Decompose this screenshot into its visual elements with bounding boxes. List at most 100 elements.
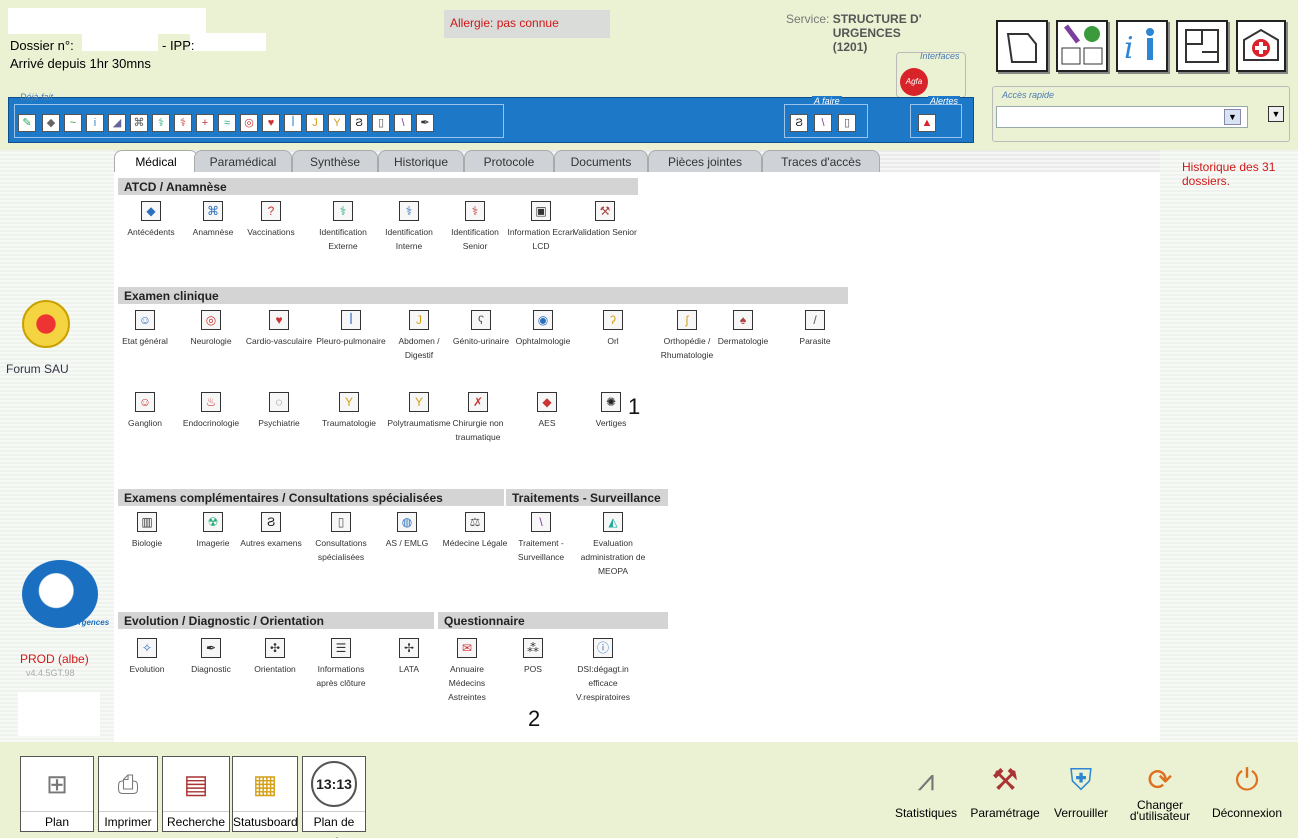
pen-icon[interactable]: ✒ <box>416 114 434 132</box>
brain-icon[interactable]: ◎ <box>240 114 258 132</box>
historique-link[interactable]: Historique des 31 dossiers. <box>1182 160 1292 188</box>
exam-polytraumatisme[interactable]: Y Polytraumatisme <box>384 392 454 430</box>
chevron-down-icon[interactable]: ▼ <box>1224 109 1241 125</box>
exam-etat-general[interactable]: ☺ Etat général <box>110 310 180 348</box>
clock-icon: 13:13 <box>303 757 365 811</box>
exam-ophtalmologie[interactable]: ◉ Ophtalmologie <box>508 310 578 348</box>
evol-diagnostic[interactable]: ✒ Diagnostic <box>176 638 246 676</box>
evol-orientation[interactable]: ✣ Orientation <box>240 638 310 676</box>
display-icon: ▣ <box>531 201 551 221</box>
stomach-icon[interactable]: J <box>306 114 324 132</box>
forum-sau-link[interactable]: Forum SAU <box>6 362 69 376</box>
tab-pieces-jointes[interactable]: Pièces jointes <box>648 150 762 172</box>
lungs-icon[interactable]: ꟾ <box>284 114 302 132</box>
dropdown-menu-icon[interactable]: ▼ <box>1268 106 1284 122</box>
exam-genito[interactable]: ʕ Génito-urinaire <box>446 310 516 348</box>
exams-icon[interactable] <box>1056 20 1108 72</box>
exam-abdomen[interactable]: J Abdomen / Digestif <box>384 310 454 362</box>
verrouiller-button[interactable]: ⛨ Verrouiller <box>1046 756 1116 820</box>
quest-dsi[interactable]: ⓘ DSI:dégagt.in efficace V.respiratoires <box>568 638 638 704</box>
atcd-validation-senior[interactable]: ⚒ Validation Senior <box>570 201 640 239</box>
tab-traces-acces[interactable]: Traces d'accès <box>762 150 880 172</box>
person-icon: ☺ <box>135 310 155 330</box>
document-icon[interactable]: ▯ <box>372 114 390 132</box>
syringe-icon[interactable]: \ <box>394 114 412 132</box>
anamnese-icon[interactable]: ⌘ <box>130 114 148 132</box>
acces-rapide-select[interactable] <box>996 106 1248 128</box>
heart-icon[interactable]: ♥ <box>262 114 280 132</box>
lungs-icon: ꟾ <box>341 310 361 330</box>
syringe-todo-icon[interactable]: \ <box>814 114 832 132</box>
changer-utilisateur-button[interactable]: ⟳ Changer d'utilisateur <box>1122 756 1198 822</box>
alert-icon[interactable]: ▲ <box>918 114 936 132</box>
microscope-todo-icon[interactable]: Ϩ <box>790 114 808 132</box>
exam-ganglion[interactable]: ☺ Ganglion <box>110 392 180 430</box>
exam-pleuro[interactable]: ꟾ Pleuro-pulmonaire <box>316 310 386 348</box>
tab-historique[interactable]: Historique <box>378 150 464 172</box>
exam-dermatologie[interactable]: ♠ Dermatologie <box>708 310 778 348</box>
deconnexion-button[interactable]: ⏻ Déconnexion <box>1204 756 1290 820</box>
parametrage-button[interactable]: ⚒ Paramétrage <box>966 756 1044 820</box>
atcd-identification-interne[interactable]: ⚕ Identification Interne <box>374 201 444 253</box>
document-todo-icon[interactable]: ▯ <box>838 114 856 132</box>
exam-neurologie[interactable]: ◎ Neurologie <box>176 310 246 348</box>
info-icon[interactable]: i <box>1116 20 1168 72</box>
comp-biologie[interactable]: ▥ Biologie <box>112 512 182 550</box>
statusboard-button[interactable]: ▦ Statusboard <box>232 756 298 832</box>
caduceus-green-icon[interactable]: ⚕ <box>152 114 170 132</box>
atcd-antecedents[interactable]: ◆ Antécédents <box>116 201 186 239</box>
ganglion-icon: ☺ <box>135 392 155 412</box>
exam-psychiatrie[interactable]: ◌ Psychiatrie <box>244 392 314 430</box>
quest-pos[interactable]: ⁂ POS <box>498 638 568 676</box>
exam-cardio[interactable]: ♥ Cardio-vasculaire <box>244 310 314 348</box>
exam-traumatologie[interactable]: Y Traumatologie <box>314 392 384 430</box>
chart-icon[interactable]: ~ <box>64 114 82 132</box>
caduceus-red-icon[interactable]: ⚕ <box>174 114 192 132</box>
exam-aes[interactable]: ◆ AES <box>512 392 582 430</box>
comp-consultations[interactable]: ▯ Consultations spécialisées <box>306 512 376 564</box>
tab-paramedical[interactable]: Paramédical <box>194 150 292 172</box>
info-small-icon[interactable]: i <box>86 114 104 132</box>
folder-icon[interactable] <box>996 20 1048 72</box>
urgences-logo[interactable] <box>22 300 70 348</box>
trait-surveillance[interactable]: \ Traitement - Surveillance <box>506 512 576 564</box>
microscope-icon[interactable]: Ϩ <box>350 114 368 132</box>
evol-evolution[interactable]: ✧ Evolution <box>112 638 182 676</box>
plan-icon[interactable] <box>1176 20 1228 72</box>
tab-synthese[interactable]: Synthèse <box>292 150 378 172</box>
tab-protocole[interactable]: Protocole <box>464 150 554 172</box>
quest-annuaire[interactable]: ✉ Annuaire Médecins Astreintes <box>432 638 502 704</box>
statusboard-icon: ▦ <box>252 769 278 799</box>
recherche-button[interactable]: ▤ Recherche <box>162 756 230 832</box>
plan-de-soin-button[interactable]: 13:13Plan de soin <box>302 756 366 838</box>
first-aid-icon[interactable] <box>1236 20 1286 72</box>
evol-informations[interactable]: ☰ Informations après clôture <box>306 638 376 690</box>
hospital-icon[interactable]: + <box>196 114 214 132</box>
imprimer-button[interactable]: ⎙ Imprimer <box>98 756 158 832</box>
exam-chirurgie[interactable]: ✗ Chirurgie non traumatique <box>446 392 510 444</box>
comp-medecine-legale[interactable]: ⚖ Médecine Légale <box>440 512 510 550</box>
antecedents-icon[interactable]: ◆ <box>42 114 60 132</box>
atcd-vaccinations[interactable]: ? Vaccinations <box>236 201 306 239</box>
exam-orl[interactable]: ʔ Orl <box>578 310 648 348</box>
tab-medical[interactable]: Médical <box>114 150 198 172</box>
plan-button[interactable]: ⊞ Plan <box>20 756 94 832</box>
statistiques-button[interactable]: ⩘ Statistiques <box>888 756 964 820</box>
comp-as-emlg[interactable]: ◍ AS / EMLG <box>372 512 442 550</box>
pos-icon: ⁂ <box>523 638 543 658</box>
atcd-identification-senior[interactable]: ⚕ Identification Senior <box>440 201 510 253</box>
trauma-icon[interactable]: Y <box>328 114 346 132</box>
svg-text:i: i <box>1124 31 1134 66</box>
exam-endocrinologie[interactable]: ♨ Endocrinologie <box>176 392 246 430</box>
exam-parasite[interactable]: / Parasite <box>780 310 850 348</box>
atcd-information-ecran[interactable]: ▣ Information Ecran LCD <box>506 201 576 253</box>
allergy-status[interactable]: Allergie: pas connue <box>444 10 610 38</box>
eraser-icon[interactable]: ◢ <box>108 114 126 132</box>
comp-autres-examens[interactable]: Ϩ Autres examens <box>236 512 306 550</box>
atcd-identification-externe[interactable]: ⚕ Identification Externe <box>308 201 378 253</box>
tab-documents[interactable]: Documents <box>554 150 648 172</box>
agfa-logo[interactable]: Agfa <box>900 68 928 96</box>
calendar-icon[interactable]: ✎ <box>18 114 36 132</box>
wave-icon[interactable]: ≈ <box>218 114 236 132</box>
trait-meopa[interactable]: ◭ Evaluation administration de MEOPA <box>578 512 648 578</box>
